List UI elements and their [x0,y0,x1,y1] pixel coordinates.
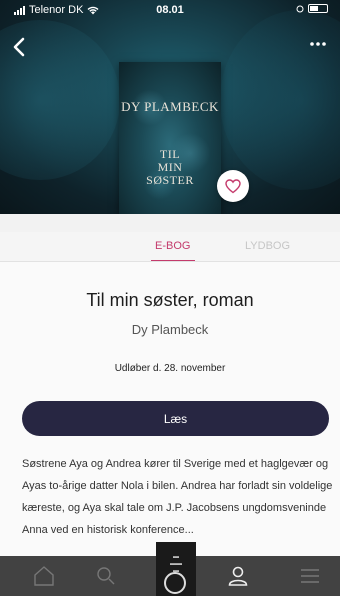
tabbar-center-logo[interactable]: ▬ ▬▬ ▬ [156,542,196,596]
cover-title: TIL MIN SØSTER [119,148,221,187]
cover-author: DY PLAMBECK [121,99,219,114]
cover-texture [119,62,221,214]
book-author: Dy Plambeck [131,322,209,337]
bottom-tab-bar: ▬ ▬▬ ▬ [0,542,340,596]
back-button[interactable] [12,36,32,60]
center-ring-icon [164,572,186,594]
tabbar-menu[interactable] [298,564,322,588]
status-right [296,4,328,13]
read-button[interactable]: Læs [22,401,329,436]
tab-ebook-label: E-BOG [155,240,191,252]
chevron-left-icon [13,37,25,57]
home-icon [34,566,54,586]
loan-expiry: Udløber d. 28. november [114,363,226,374]
book-title: Til min søster, roman [86,290,254,310]
more-dots-icon [310,42,326,46]
more-options-button[interactable] [306,34,330,58]
heart-icon [225,178,241,193]
search-icon [97,567,115,585]
tab-audiobook-label: LYDBOG [245,240,291,252]
hero-background: Telenor DK 08.01 DY PLAMBECK TIL MIN SØS… [0,0,340,214]
book-cover: DY PLAMBECK TIL MIN SØSTER [119,62,221,214]
favorite-button[interactable] [217,170,249,202]
tab-audiobook[interactable]: LYDBOG [245,240,290,252]
status-bar: Telenor DK 08.01 [0,0,340,20]
cover-title-line: SØSTER [146,173,194,187]
tab-ebook[interactable]: E-BOG [151,240,195,262]
menu-icon [301,569,319,583]
battery-icon [308,4,328,13]
book-description: Søstrene Aya og Andrea kører til Sverige… [22,458,333,536]
tabbar-profile[interactable] [226,564,250,588]
profile-icon [228,566,248,586]
location-icon [296,5,304,12]
tabbar-search[interactable] [94,564,118,588]
format-tabs: E-BOG LYDBOG [0,232,340,262]
tabbar-home[interactable] [32,564,56,588]
status-time: 08.01 [156,4,184,16]
